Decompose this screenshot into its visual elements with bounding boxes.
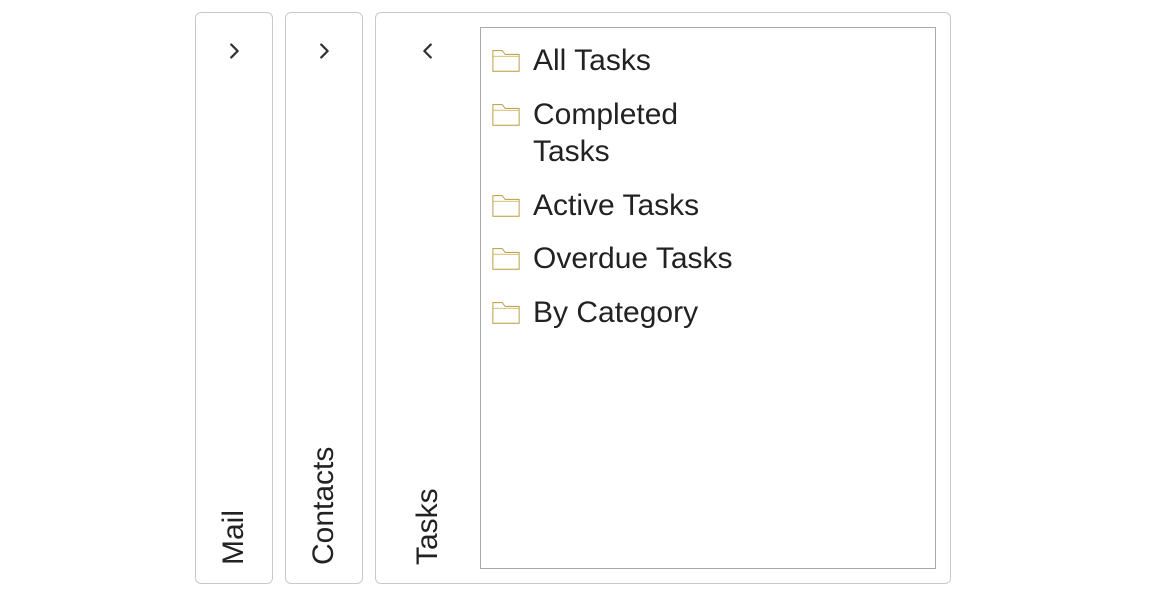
chevron-right-icon xyxy=(313,40,335,62)
expand-contacts-button[interactable] xyxy=(310,37,338,65)
folder-active-tasks[interactable]: Active Tasks xyxy=(491,187,925,225)
chevron-right-icon xyxy=(223,40,245,62)
folder-by-category[interactable]: By Category xyxy=(491,294,925,332)
task-folders-list: All Tasks Completed Tasks Active Tasks O… xyxy=(480,27,936,569)
navigation-bars: Mail Contacts Tasks All Tasks Completed … xyxy=(0,0,1170,584)
folder-icon xyxy=(491,191,521,219)
folder-icon xyxy=(491,100,521,128)
folder-all-tasks[interactable]: All Tasks xyxy=(491,42,925,80)
folder-completed-tasks[interactable]: Completed Tasks xyxy=(491,96,925,171)
folder-label: Active Tasks xyxy=(533,187,699,225)
collapse-tasks-button[interactable] xyxy=(414,37,442,65)
folder-label: By Category xyxy=(533,294,698,332)
tasks-panel-header: Tasks xyxy=(376,13,480,583)
folder-label: Overdue Tasks xyxy=(533,240,733,278)
mail-panel-label: Mail xyxy=(217,510,251,565)
folder-icon xyxy=(491,298,521,326)
folder-icon xyxy=(491,46,521,74)
chevron-left-icon xyxy=(417,40,439,62)
mail-panel[interactable]: Mail xyxy=(195,12,273,584)
folder-label: Completed Tasks xyxy=(533,96,753,171)
tasks-panel-label: Tasks xyxy=(411,488,445,565)
contacts-panel-label: Contacts xyxy=(307,447,341,565)
folder-overdue-tasks[interactable]: Overdue Tasks xyxy=(491,240,925,278)
folder-label: All Tasks xyxy=(533,42,651,80)
expand-mail-button[interactable] xyxy=(220,37,248,65)
tasks-panel: Tasks All Tasks Completed Tasks Active T… xyxy=(375,12,951,584)
folder-icon xyxy=(491,244,521,272)
contacts-panel[interactable]: Contacts xyxy=(285,12,363,584)
